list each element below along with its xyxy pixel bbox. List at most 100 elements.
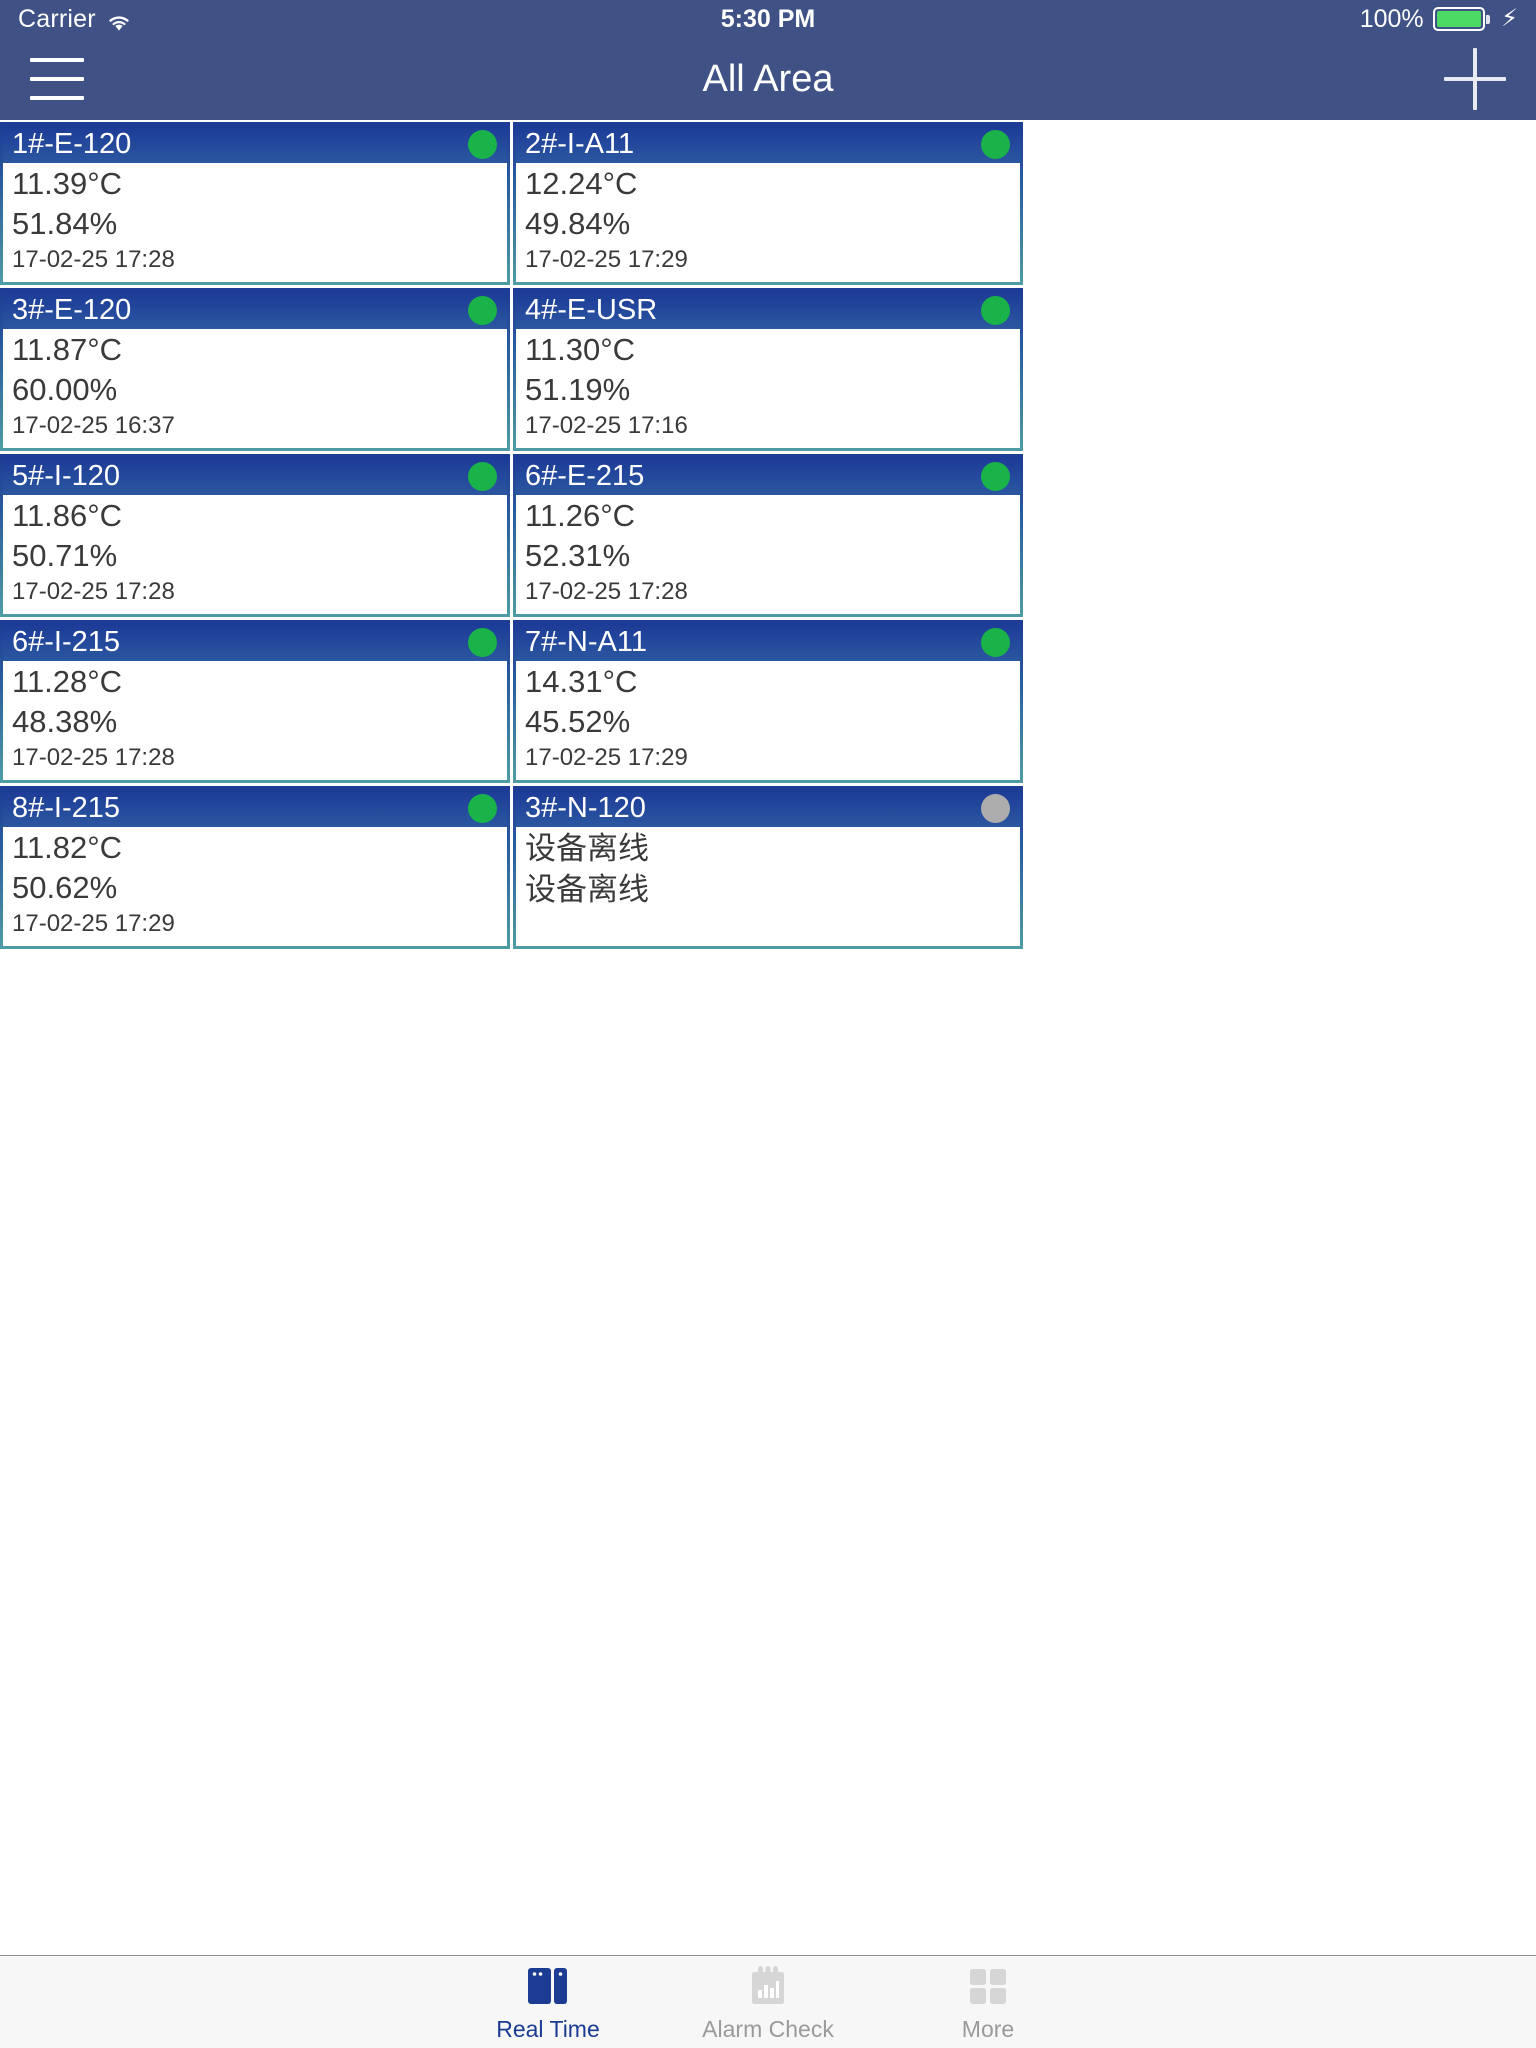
device-card-header: 5#-I-120 (3, 457, 507, 495)
hamburger-menu-icon[interactable] (30, 58, 84, 100)
tab-label: Alarm Check (702, 2016, 834, 2042)
status-bar-right: 100% ⚡ (1360, 5, 1518, 34)
status-dot-online-icon (981, 627, 1010, 657)
reading-timestamp: 17-02-25 17:28 (525, 578, 688, 605)
temperature-value: 14.31°C (525, 664, 638, 699)
device-card-header: 2#-I-A11 (516, 125, 1020, 163)
status-dot-offline-icon (981, 793, 1010, 823)
reading-timestamp: 17-02-25 16:37 (12, 412, 175, 439)
device-card-title: 3#-E-120 (12, 293, 132, 326)
plus-icon[interactable] (1444, 48, 1506, 110)
navigation-bar: All Area (0, 38, 1536, 122)
temperature-value: 设备离线 (525, 831, 649, 866)
status-dot-online-icon (468, 129, 497, 159)
status-dot-online-icon (468, 627, 497, 657)
temperature-value: 12.24°C (525, 166, 638, 201)
device-card-title: 1#-E-120 (12, 127, 132, 160)
device-card-body: 11.87°C 60.00% 17-02-25 16:37 (3, 329, 507, 448)
reading-timestamp: 17-02-25 17:29 (12, 910, 175, 937)
status-dot-online-icon (468, 461, 497, 491)
humidity-value: 48.38% (12, 704, 118, 739)
device-card-body: 11.82°C 50.62% 17-02-25 17:29 (3, 827, 507, 946)
status-dot-online-icon (468, 793, 497, 823)
temperature-value: 11.39°C (12, 166, 123, 201)
reading-timestamp: 17-02-25 17:28 (12, 246, 175, 273)
device-card-body: 11.26°C 52.31% 17-02-25 17:28 (516, 495, 1020, 614)
battery-icon (1432, 7, 1491, 31)
device-card-title: 2#-I-A11 (525, 127, 635, 160)
status-bar: Carrier 5:30 PM 100% ⚡ (0, 0, 1536, 38)
temperature-value: 11.87°C (12, 332, 123, 367)
status-bar-left: Carrier (18, 5, 132, 34)
device-card[interactable]: 4#-E-USR 11.30°C 51.19% 17-02-25 17:16 (513, 288, 1023, 451)
humidity-value: 52.31% (525, 538, 631, 573)
device-card-header: 3#-N-120 (516, 789, 1020, 827)
device-card-title: 4#-E-USR (525, 293, 658, 326)
device-card[interactable]: 6#-I-215 11.28°C 48.38% 17-02-25 17:28 (0, 620, 510, 783)
temperature-value: 11.82°C (12, 830, 123, 865)
tab-more[interactable]: More (878, 1961, 1098, 2043)
humidity-value: 设备离线 (525, 872, 649, 907)
app-root: Carrier 5:30 PM 100% ⚡ All Area 1#-E-120… (0, 0, 1536, 2048)
humidity-value: 51.84% (12, 206, 118, 241)
device-card[interactable]: 8#-I-215 11.82°C 50.62% 17-02-25 17:29 (0, 786, 510, 949)
status-dot-online-icon (981, 129, 1010, 159)
device-card[interactable]: 6#-E-215 11.26°C 52.31% 17-02-25 17:28 (513, 454, 1023, 617)
device-card[interactable]: 5#-I-120 11.86°C 50.71% 17-02-25 17:28 (0, 454, 510, 617)
device-card-body: 14.31°C 45.52% 17-02-25 17:29 (516, 661, 1020, 780)
content-area: 1#-E-120 11.39°C 51.84% 17-02-25 17:28 2#-I-… (0, 122, 1536, 1955)
device-card-header: 1#-E-120 (3, 125, 507, 163)
temperature-value: 11.30°C (525, 332, 636, 367)
humidity-value: 50.62% (12, 870, 118, 905)
device-card-grid: 1#-E-120 11.39°C 51.84% 17-02-25 17:28 2#-I-… (0, 122, 1536, 952)
charging-bolt-icon: ⚡ (1501, 5, 1518, 32)
device-card-header: 6#-I-215 (3, 623, 507, 661)
device-card-header: 4#-E-USR (516, 291, 1020, 329)
carrier-label: Carrier (18, 4, 96, 33)
page-title: All Area (702, 57, 834, 100)
device-card-body: 设备离线 设备离线 (516, 827, 1020, 946)
battery-percent-label: 100% (1359, 4, 1424, 33)
humidity-value: 45.52% (525, 704, 631, 739)
device-card-header: 6#-E-215 (516, 457, 1020, 495)
device-card[interactable]: 1#-E-120 11.39°C 51.84% 17-02-25 17:28 (0, 122, 510, 285)
device-card[interactable]: 2#-I-A11 12.24°C 49.84% 17-02-25 17:29 (513, 122, 1023, 285)
tab-label: More (961, 2016, 1015, 2042)
device-card-title: 3#-N-120 (525, 791, 646, 824)
device-card[interactable]: 3#-E-120 11.87°C 60.00% 17-02-25 16:37 (0, 288, 510, 451)
humidity-value: 60.00% (12, 372, 118, 407)
reading-timestamp: 17-02-25 17:16 (525, 412, 688, 439)
alarm-chart-icon (745, 1961, 791, 2009)
device-card-header: 8#-I-215 (3, 789, 507, 827)
humidity-value: 50.71% (12, 538, 118, 573)
humidity-value: 51.19% (525, 372, 631, 407)
device-card-body: 11.30°C 51.19% 17-02-25 17:16 (516, 329, 1020, 448)
tab-real-time[interactable]: Real Time (438, 1961, 658, 2043)
more-grid-icon (965, 1961, 1011, 2009)
device-card-body: 11.28°C 48.38% 17-02-25 17:28 (3, 661, 507, 780)
realtime-panels-icon (525, 1961, 571, 2009)
bottom-tab-bar: Real Time Alarm Check More (0, 1955, 1536, 2048)
tab-alarm-check[interactable]: Alarm Check (658, 1961, 878, 2043)
humidity-value: 49.84% (525, 206, 631, 241)
device-card-body: 11.86°C 50.71% 17-02-25 17:28 (3, 495, 507, 614)
status-dot-online-icon (468, 295, 497, 325)
tab-label: Real Time (496, 2016, 600, 2042)
device-card-title: 5#-I-120 (12, 459, 121, 492)
temperature-value: 11.26°C (525, 498, 636, 533)
temperature-value: 11.28°C (12, 664, 123, 699)
device-card[interactable]: 3#-N-120 设备离线 设备离线 (513, 786, 1023, 949)
status-bar-clock: 5:30 PM (720, 4, 816, 33)
device-card-body: 12.24°C 49.84% 17-02-25 17:29 (516, 163, 1020, 282)
status-dot-online-icon (981, 461, 1010, 491)
status-dot-online-icon (981, 295, 1010, 325)
device-card[interactable]: 7#-N-A11 14.31°C 45.52% 17-02-25 17:29 (513, 620, 1023, 783)
reading-timestamp: 17-02-25 17:29 (525, 744, 688, 771)
device-card-header: 7#-N-A11 (516, 623, 1020, 661)
reading-timestamp: 17-02-25 17:29 (525, 246, 688, 273)
device-card-header: 3#-E-120 (3, 291, 507, 329)
device-card-title: 7#-N-A11 (525, 625, 647, 658)
reading-timestamp: 17-02-25 17:28 (12, 744, 175, 771)
wifi-icon (106, 11, 132, 31)
temperature-value: 11.86°C (12, 498, 123, 533)
